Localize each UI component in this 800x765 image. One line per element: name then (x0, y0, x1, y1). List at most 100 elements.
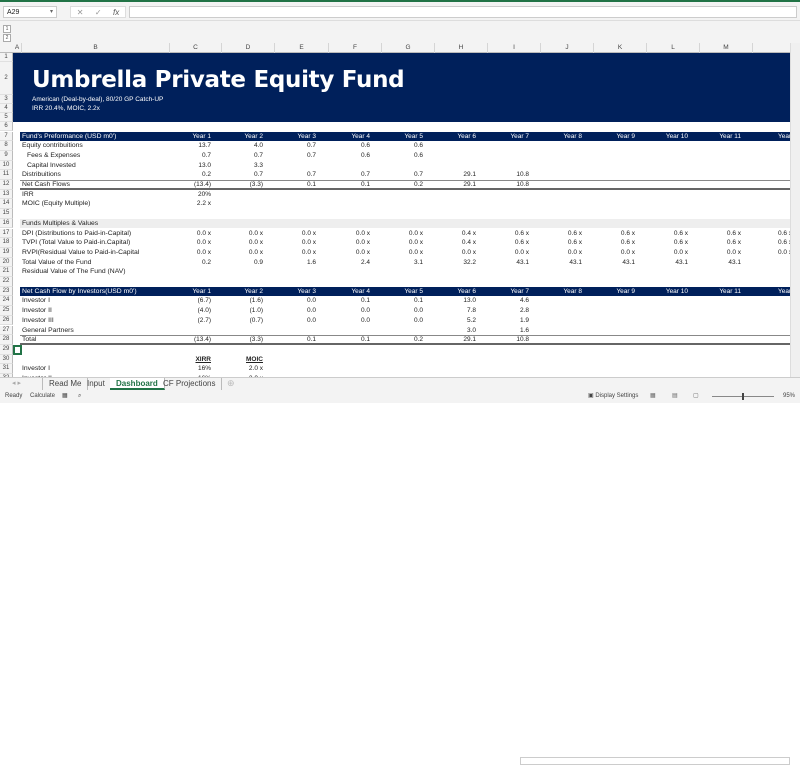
year-header[interactable]: Year 11 (700, 132, 753, 142)
cell-value[interactable] (222, 326, 275, 336)
cell-value[interactable]: 0.7 (329, 170, 382, 180)
cell-value[interactable] (170, 326, 223, 336)
cell-value[interactable]: 0.0 (382, 316, 435, 326)
cell-value[interactable]: (13.4) (170, 180, 223, 190)
cell-value[interactable]: 0.0 x (275, 238, 328, 248)
cell-value[interactable]: 0.6 x (700, 238, 753, 248)
year-header[interactable]: Year 7 (488, 287, 541, 297)
column-header-d[interactable]: D (222, 43, 275, 53)
column-header-c[interactable]: C (170, 43, 222, 53)
cell-value[interactable]: 0.0 (275, 306, 328, 316)
cell-value[interactable]: 43.1 (594, 258, 647, 268)
cell-value[interactable]: 13.0 (435, 296, 488, 306)
column-header-f[interactable]: F (329, 43, 382, 53)
year-header[interactable]: Year 8 (541, 132, 594, 142)
cell-value[interactable]: 29.1 (435, 170, 488, 180)
row-number[interactable]: 19 (0, 247, 13, 258)
cell-value[interactable]: 0.0 x (222, 238, 275, 248)
year-header[interactable]: Year 10 (647, 287, 700, 297)
column-header-l[interactable]: L (647, 43, 700, 53)
cell-value[interactable]: 0.7 (222, 170, 275, 180)
cell-value[interactable]: 0.1 (329, 335, 382, 345)
cell-value[interactable]: 3.0 (435, 326, 488, 336)
cell-value[interactable]: 0.6 x (700, 229, 753, 239)
column-header-b[interactable]: B (22, 43, 170, 53)
cell-value[interactable]: 0.0 x (170, 229, 223, 239)
row-number[interactable]: 1 (0, 53, 13, 62)
function-icon[interactable]: fx (113, 8, 119, 17)
year-header[interactable]: Year 6 (435, 132, 488, 142)
column-header-k[interactable]: K (594, 43, 647, 53)
row-label[interactable]: Investor III (22, 316, 54, 326)
year-header[interactable]: Year 1 (170, 287, 223, 297)
cell-value[interactable]: 10.8 (488, 335, 541, 345)
row-number[interactable]: 3 (0, 95, 13, 104)
cell-value[interactable]: 0.0 (329, 306, 382, 316)
year-header[interactable]: Year 7 (488, 132, 541, 142)
cell-value[interactable]: 0.0 x (170, 238, 223, 248)
accessibility-icon[interactable]: ⌕ (78, 390, 81, 403)
cell-value[interactable]: 0.0 x (275, 229, 328, 239)
cell-value[interactable]: (3.3) (222, 335, 275, 345)
cancel-icon[interactable]: ✕ (77, 8, 84, 17)
year-header[interactable]: Year 9 (594, 287, 647, 297)
cell-value[interactable]: 2.0 x (222, 364, 275, 374)
cell-value[interactable]: 0.0 x (329, 248, 382, 258)
vertical-scrollbar[interactable] (790, 43, 800, 377)
row-number[interactable]: 16 (0, 218, 13, 229)
year-header[interactable]: Year 12 (753, 287, 790, 297)
cell-value[interactable]: 0.2 (170, 258, 223, 268)
cell-value[interactable]: 43.1 (647, 258, 700, 268)
cell-value[interactable]: 0.7 (222, 151, 275, 161)
year-header[interactable]: Year 1 (170, 132, 223, 142)
row-label[interactable]: RVPI(Residual Value to Paid-in-Capital (22, 248, 139, 258)
tab-cf-projections[interactable]: CF Projections (157, 378, 223, 390)
row-number[interactable]: 14 (0, 199, 13, 210)
name-box[interactable]: A29 ▾ (3, 6, 57, 18)
cell-value[interactable]: 0.6 x (488, 238, 541, 248)
page-layout-icon[interactable]: ▤ (672, 390, 678, 403)
row-number[interactable]: 10 (0, 160, 13, 171)
cell-value[interactable] (382, 326, 435, 336)
cell-value[interactable]: 0.4 x (435, 229, 488, 239)
cell-value[interactable]: 13.0 (170, 161, 223, 171)
row-label[interactable]: Net Cash Flow by Investors(USD m0') (22, 287, 137, 297)
cell-value[interactable]: 0.0 x (222, 229, 275, 239)
cell-value[interactable]: 0.0 x (382, 248, 435, 258)
row-label[interactable]: IRR (22, 190, 34, 200)
cell-value[interactable]: 0.7 (382, 170, 435, 180)
page-break-icon[interactable]: ▢ (693, 390, 699, 403)
row-label[interactable]: Investor I (22, 364, 50, 374)
column-header-g[interactable]: G (382, 43, 435, 53)
year-header[interactable]: Year 3 (275, 287, 328, 297)
cell-value[interactable]: 0.0 x (541, 248, 594, 258)
row-label[interactable]: Fees & Expenses (27, 151, 80, 161)
calculate-button[interactable]: Calculate (30, 390, 55, 403)
row-number[interactable]: 11 (0, 170, 13, 180)
cell-value[interactable]: 0.0 x (382, 229, 435, 239)
cell-value[interactable]: 16% (170, 364, 223, 374)
row-label[interactable]: DPI (Distributions to Paid-in-Capital) (22, 229, 131, 239)
row-number[interactable]: 6 (0, 122, 13, 131)
row-label[interactable]: TVPI (Total Value to Paid-in.Capital) (22, 238, 130, 248)
year-header[interactable]: Year 3 (275, 132, 328, 142)
year-header[interactable]: Year 10 (647, 132, 700, 142)
cell-value[interactable]: 0.1 (275, 335, 328, 345)
cell-value[interactable]: 0.6 x (647, 238, 700, 248)
cell-value[interactable]: (6.7) (170, 296, 223, 306)
cell-value[interactable]: 0.2 (382, 180, 435, 190)
cell-value[interactable]: 13.7 (170, 141, 223, 151)
year-header[interactable]: Year 9 (594, 132, 647, 142)
tab-input[interactable]: Input (81, 378, 112, 390)
cell-value[interactable]: (2.7) (170, 316, 223, 326)
row-label[interactable]: Residual Value of The Fund (NAV) (22, 267, 126, 277)
cell-value[interactable] (329, 326, 382, 336)
cell-value[interactable]: 0.7 (275, 141, 328, 151)
cell-value[interactable]: 0.9 (222, 258, 275, 268)
column-header-h[interactable]: H (435, 43, 488, 53)
cell-value[interactable]: 2.2 x (170, 199, 223, 209)
cell-value[interactable]: 0.6 (329, 151, 382, 161)
outline-level-1[interactable]: 1 (3, 25, 11, 33)
year-header[interactable]: Year 12 (753, 132, 790, 142)
cell-value[interactable]: 4.0 (222, 141, 275, 151)
